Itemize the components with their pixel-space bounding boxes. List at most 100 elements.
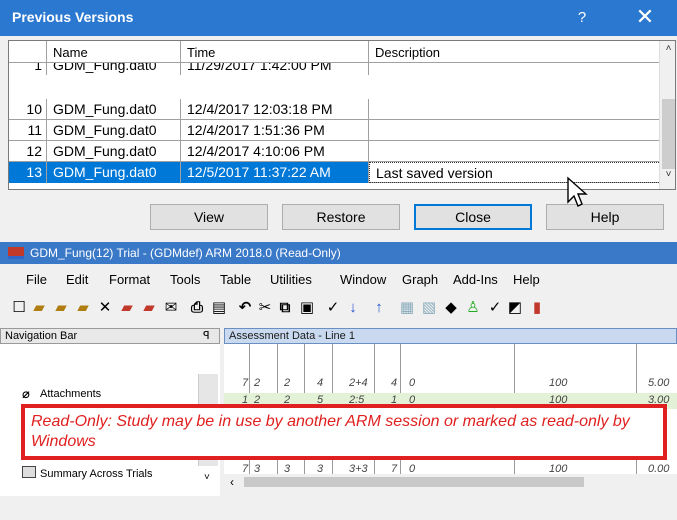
checkmark-icon[interactable]: ✓: [486, 299, 504, 317]
data-row[interactable]: 7 2 2 4 2+4 4 0 100 5.00: [224, 376, 677, 392]
version-description: [369, 120, 659, 141]
menu-table[interactable]: Table: [220, 272, 251, 287]
view-button[interactable]: View: [150, 204, 268, 230]
version-description: [369, 99, 659, 120]
chevron-down-icon[interactable]: ˅: [204, 472, 210, 483]
navigation-bar-title: Navigation Bar: [5, 330, 78, 342]
navigation-bar-header: Navigation Bar ꟼ: [0, 328, 220, 344]
cut-icon[interactable]: ✂: [256, 299, 274, 317]
open-file-icon[interactable]: ▰: [30, 299, 48, 317]
version-name: GDM_Fung.dat0: [47, 141, 181, 162]
nav-item-summary-across-trials[interactable]: Summary Across Trials: [40, 468, 152, 480]
help-button[interactable]: Help: [546, 204, 664, 230]
row-number: 10: [9, 99, 47, 120]
data-cell: 2+4: [349, 377, 368, 389]
nav-item-attachments[interactable]: Attachments: [40, 388, 101, 400]
description-column-header[interactable]: Description: [369, 41, 659, 63]
data-cell: 2: [284, 377, 291, 389]
version-time: 12/4/2017 1:51:36 PM: [181, 120, 369, 141]
report-icon[interactable]: ▮: [528, 299, 546, 317]
version-description: [369, 63, 659, 75]
version-row[interactable]: 1 GDM_Fung.dat0 11/29/2017 1:42:00 PM: [9, 63, 659, 75]
sort-descending-icon[interactable]: ↑: [370, 299, 388, 317]
close-button[interactable]: Close: [414, 204, 532, 230]
version-description[interactable]: Last saved version: [369, 162, 659, 183]
dialog-title-bar: Previous Versions ? ✕: [0, 0, 677, 36]
delete-icon[interactable]: ✕: [96, 299, 114, 317]
arm-window-title: GDM_Fung(12) Trial - (GDMdef) ARM 2018.0…: [30, 246, 341, 260]
data-cell: 4: [317, 377, 324, 389]
menu-format[interactable]: Format: [109, 272, 150, 287]
previous-versions-dialog: Previous Versions ? ✕ Name Time Descript…: [0, 0, 677, 240]
read-only-banner: Read-Only: Study may be in use by anothe…: [21, 404, 667, 460]
version-description: [369, 141, 659, 162]
copy-icon[interactable]: ⧉: [276, 299, 294, 317]
version-row[interactable]: 12 GDM_Fung.dat0 12/4/2017 4:10:06 PM: [9, 141, 659, 162]
data-horizontal-scrollbar[interactable]: ‹: [224, 474, 677, 490]
grid-header: Name Time Description: [9, 41, 659, 63]
new-file-icon[interactable]: ☐: [10, 299, 28, 317]
data-cell: 0: [409, 377, 416, 389]
row-number: 12: [9, 141, 47, 162]
format-icon[interactable]: ◩: [506, 299, 524, 317]
person-icon[interactable]: ♙: [464, 299, 482, 317]
restore-button[interactable]: Restore: [282, 204, 400, 230]
version-row-selected[interactable]: 13 GDM_Fung.dat0 12/5/2017 11:37:22 AM L…: [9, 162, 659, 183]
dialog-title: Previous Versions: [12, 9, 134, 25]
chart-icon[interactable]: ▧: [420, 299, 438, 317]
status-area: [0, 496, 677, 520]
open-study-icon[interactable]: ▰: [74, 299, 92, 317]
menu-file[interactable]: File: [26, 272, 47, 287]
menu-tools[interactable]: Tools: [170, 272, 200, 287]
name-column-header[interactable]: Name: [47, 41, 181, 63]
menu-graph[interactable]: Graph: [402, 272, 438, 287]
spell-check-icon[interactable]: ✓: [324, 299, 342, 317]
menu-add-ins[interactable]: Add-Ins: [453, 272, 498, 287]
table-icon[interactable]: ▦: [398, 299, 416, 317]
sort-ascending-icon[interactable]: ↓: [344, 299, 362, 317]
scrollbar-thumb[interactable]: [662, 99, 675, 169]
menu-bar: File Edit Format Tools Table Utilities W…: [0, 268, 677, 290]
scroll-left-icon[interactable]: ‹: [230, 475, 234, 489]
horizontal-scrollbar-thumb[interactable]: [244, 477, 584, 487]
summary-icon: [22, 466, 36, 478]
undo-icon[interactable]: ↶: [236, 299, 254, 317]
arm-app-icon: [8, 247, 24, 259]
menu-help[interactable]: Help: [513, 272, 540, 287]
pin-icon[interactable]: ꟼ: [203, 329, 210, 343]
row-number: 13: [9, 162, 47, 183]
record-icon[interactable]: ▰: [118, 299, 136, 317]
toolbar: ☐ ▰ ▰ ▰ ✕ ▰ ▰ ✉ ⎙ ▤ ↶ ✂ ⧉ ▣ ✓ ↓ ↑ ▦ ▧ ◆ …: [0, 290, 677, 326]
version-time: 12/4/2017 12:03:18 PM: [181, 99, 369, 120]
scroll-up-icon[interactable]: ˄: [660, 43, 675, 60]
version-row[interactable]: 10 GDM_Fung.dat0 12/4/2017 12:03:18 PM: [9, 99, 659, 120]
data-cell: 4: [391, 377, 398, 389]
time-column-header[interactable]: Time: [181, 41, 369, 63]
layers-icon[interactable]: ◆: [442, 299, 460, 317]
grid-vertical-scrollbar[interactable]: ˄ ˅: [659, 41, 675, 189]
record-list-icon[interactable]: ▰: [140, 299, 158, 317]
version-row[interactable]: 11 GDM_Fung.dat0 12/4/2017 1:51:36 PM: [9, 120, 659, 141]
version-time: 12/4/2017 4:10:06 PM: [181, 141, 369, 162]
menu-edit[interactable]: Edit: [66, 272, 88, 287]
attachment-icon: ⌀: [22, 386, 30, 401]
row-number-header: [9, 41, 47, 63]
close-icon[interactable]: ✕: [620, 0, 670, 36]
menu-utilities[interactable]: Utilities: [270, 272, 312, 287]
paste-icon[interactable]: ▣: [298, 299, 316, 317]
data-cell: 100: [549, 377, 568, 389]
versions-grid: Name Time Description 1 GDM_Fung.dat0 11…: [8, 40, 676, 190]
row-number: 11: [9, 120, 47, 141]
email-icon[interactable]: ✉: [162, 299, 180, 317]
mouse-pointer-icon: [567, 176, 588, 207]
assessment-data-header[interactable]: Assessment Data - Line 1: [224, 328, 677, 344]
data-cell: 7: [242, 377, 249, 389]
print-preview-icon[interactable]: ▤: [210, 299, 228, 317]
help-icon[interactable]: ?: [564, 0, 600, 36]
open-trial-icon[interactable]: ▰: [52, 299, 70, 317]
menu-window[interactable]: Window: [340, 272, 386, 287]
scroll-down-icon[interactable]: ˅: [660, 169, 675, 186]
version-name: GDM_Fung.dat0: [47, 162, 181, 183]
screen: Previous Versions ? ✕ Name Time Descript…: [0, 0, 677, 520]
print-icon[interactable]: ⎙: [188, 299, 206, 317]
